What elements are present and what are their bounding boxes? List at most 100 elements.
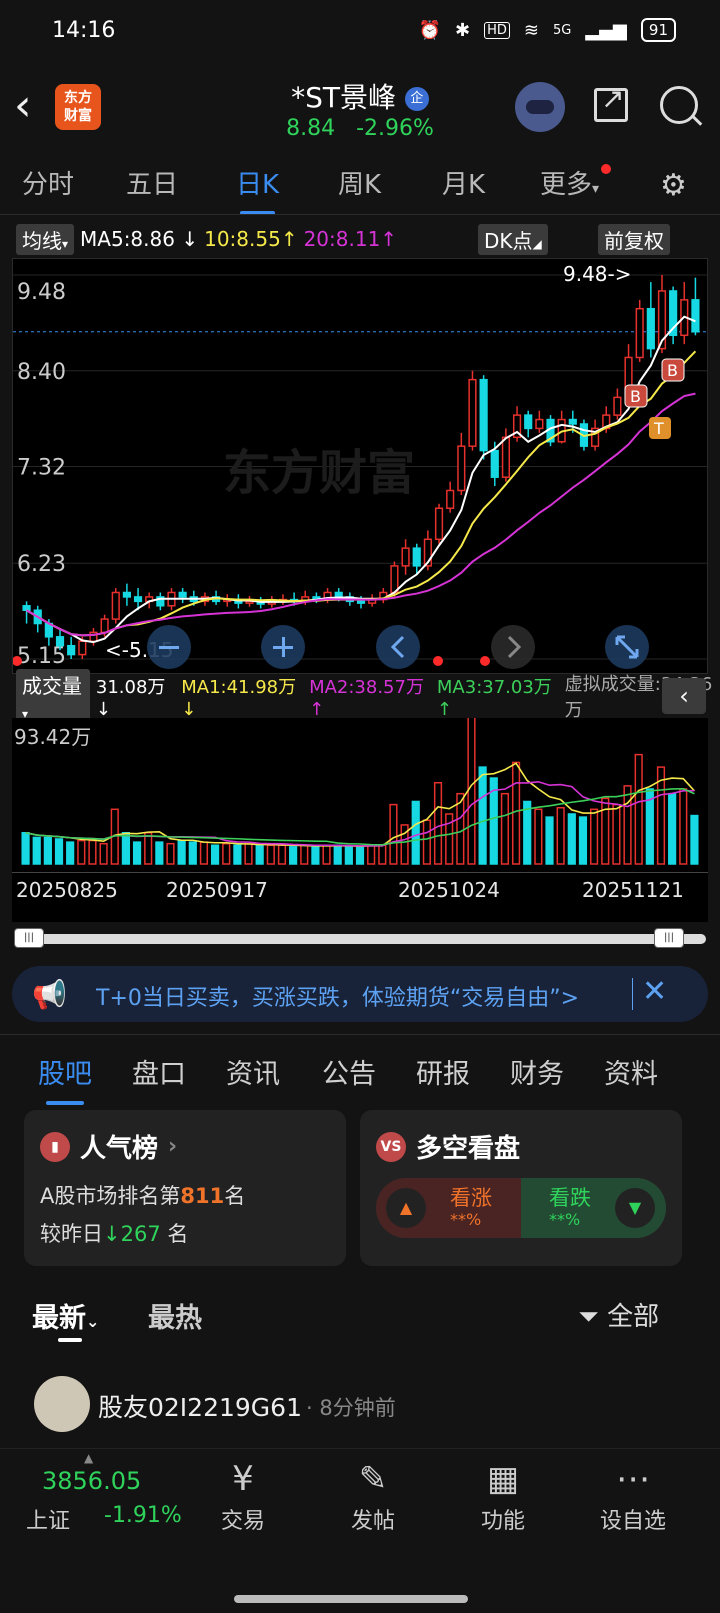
- popularity-title-text: 人气榜: [80, 1134, 159, 1164]
- sentiment-title-text: 多空看盘: [416, 1134, 521, 1164]
- avatar[interactable]: [34, 1376, 90, 1432]
- volume-bar: [222, 842, 231, 865]
- price-change: -2.96%: [356, 116, 434, 141]
- search-icon[interactable]: [660, 86, 698, 124]
- range-handle-left[interactable]: |||: [14, 928, 44, 948]
- nav-watchlist[interactable]: ⋯ 设自选: [588, 1459, 678, 1535]
- event-dot: [480, 656, 490, 666]
- dk-point-button[interactable]: DK点◢: [478, 223, 548, 255]
- volume-bar: [422, 819, 431, 865]
- volume-bar: [121, 831, 130, 865]
- ma20-text: 20:8.11: [303, 227, 381, 251]
- vol-ma2: MA2:38.57万↑: [309, 673, 431, 720]
- vol-ma3: MA3:37.03万↑: [437, 673, 559, 720]
- plus-icon: [282, 637, 285, 657]
- volume-bar: [255, 844, 264, 865]
- tab-profile[interactable]: 资料: [604, 1052, 658, 1091]
- arrow-down-icon: ↓: [103, 1222, 121, 1246]
- kline-svg: 东方财富 9.48 8.40 7.32 6.23 5.15 9.48-> <-5…: [12, 262, 707, 669]
- scroll-left-button[interactable]: [376, 625, 420, 669]
- volume-bar: [601, 797, 610, 865]
- hd-icon: HD: [484, 21, 510, 39]
- nav-functions[interactable]: ▦ 功能: [458, 1459, 548, 1535]
- tab-financials[interactable]: 财务: [510, 1052, 564, 1091]
- gear-icon[interactable]: ⚙: [660, 168, 687, 203]
- promo-banner[interactable]: 📢 T+0当日买卖，买涨买跌，体验期货“交易自由”> ✕: [12, 966, 708, 1022]
- collapse-panel-button[interactable]: ‹: [662, 678, 706, 714]
- popularity-title: ▮ 人气榜 ›: [40, 1128, 177, 1165]
- candle-body: [635, 307, 644, 359]
- filter-button[interactable]: ⏷ 全部: [578, 1296, 659, 1333]
- close-icon[interactable]: ✕: [642, 974, 667, 1009]
- date-tick: 20251121: [582, 878, 684, 902]
- robot-assistant-icon[interactable]: [515, 82, 565, 132]
- index-value[interactable]: 3856.05: [42, 1467, 141, 1495]
- tab-guba[interactable]: 股吧: [38, 1052, 92, 1105]
- nav-functions-label: 功能: [480, 1509, 525, 1534]
- nav-post[interactable]: ✎ 发帖: [328, 1459, 418, 1535]
- adjust-button[interactable]: 前复权: [598, 223, 670, 255]
- nav-trade[interactable]: ¥ 交易: [198, 1459, 288, 1535]
- event-dot: [433, 656, 443, 666]
- rank-line: A股市场排名第811名: [40, 1180, 245, 1210]
- candle-body: [390, 565, 399, 594]
- candle-body: [22, 605, 31, 611]
- tab-weekly-k[interactable]: 周K: [338, 164, 381, 201]
- range-handle-right[interactable]: |||: [654, 928, 684, 948]
- volume-legend: 成交量▾ 31.08万↓ MA1:41.98万↓ MA2:38.57万↑ MA3…: [0, 668, 720, 724]
- bear-button[interactable]: 看跌 **% ▼: [521, 1178, 666, 1238]
- tab-order-book[interactable]: 盘口: [132, 1052, 186, 1091]
- zoom-out-button[interactable]: [147, 625, 191, 669]
- volume-bar: [166, 842, 175, 865]
- tab-hottest[interactable]: 最热: [148, 1296, 202, 1335]
- enterprise-badge: 企: [404, 87, 429, 111]
- yen-refresh-icon: ¥: [232, 1459, 254, 1499]
- tab-monthly-k[interactable]: 月K: [442, 164, 485, 201]
- grid-icon: ▦: [486, 1459, 520, 1499]
- popularity-card[interactable]: ▮ 人气榜 › A股市场排名第811名 较昨日↓267 名: [24, 1110, 346, 1266]
- volume-bar: [54, 838, 64, 865]
- scroll-right-button[interactable]: [491, 625, 535, 669]
- vs-icon: VS: [376, 1131, 406, 1162]
- tab-research[interactable]: 研报: [416, 1052, 470, 1091]
- ma-selector[interactable]: 均线▾: [16, 223, 75, 255]
- fullscreen-button[interactable]: [605, 625, 649, 669]
- edit-icon: ✎: [358, 1459, 388, 1499]
- tab-daily-k[interactable]: 日K: [236, 164, 279, 215]
- buy-marker: B: [667, 361, 678, 380]
- watermark: 东方财富: [223, 445, 415, 501]
- volume-selector[interactable]: 成交量▾: [16, 668, 90, 724]
- tab-more[interactable]: 更多▾: [540, 164, 599, 201]
- price-tick: 7.32: [17, 456, 66, 481]
- rank-change-line: 较昨日↓267 名: [40, 1218, 188, 1248]
- tab-announcements[interactable]: 公告: [322, 1052, 376, 1091]
- volume-bars: [21, 714, 699, 865]
- tab-intraday[interactable]: 分时: [22, 164, 74, 201]
- volume-bar: [88, 839, 97, 865]
- volume-svg: 93.42万: [14, 714, 699, 865]
- candle-body: [501, 436, 511, 478]
- bull-button[interactable]: ▲ 看涨 **%: [376, 1178, 521, 1238]
- tab-latest[interactable]: 最新⌄: [32, 1296, 99, 1335]
- date-tick: 20250825: [16, 878, 118, 902]
- vol-ma3-text: MA3:37.03万: [436, 676, 552, 698]
- kline-chart[interactable]: 东方财富 9.48 8.40 7.32 6.23 5.15 9.48-> <-5…: [12, 258, 708, 674]
- zoom-in-button[interactable]: [261, 625, 305, 669]
- vol-ma1-text: MA1:41.98万: [181, 676, 297, 698]
- tab-news[interactable]: 资讯: [226, 1052, 280, 1091]
- megaphone-icon: 📢: [32, 978, 67, 1011]
- range-scrollbar[interactable]: ||| |||: [14, 928, 706, 948]
- volume-bar: [344, 846, 353, 865]
- candle-body: [67, 644, 76, 656]
- tab-five-day[interactable]: 五日: [126, 164, 178, 201]
- bluetooth-icon: ✱: [455, 19, 471, 41]
- candle-body: [178, 591, 187, 598]
- share-icon[interactable]: [594, 82, 628, 122]
- home-indicator[interactable]: [234, 1595, 468, 1603]
- post-author[interactable]: 股友02I2219G61: [98, 1388, 302, 1424]
- feed-tabs: 最新⌄ 最热 ⏷ 全部: [0, 1286, 720, 1346]
- vol-ma3-arrow: ↑: [436, 698, 452, 720]
- post-item[interactable]: 股友02I2219G61 · 8分钟前: [0, 1372, 720, 1438]
- volume-bar: [300, 844, 309, 865]
- sentiment-vote-bar: ▲ 看涨 **% 看跌 **% ▼: [376, 1178, 666, 1238]
